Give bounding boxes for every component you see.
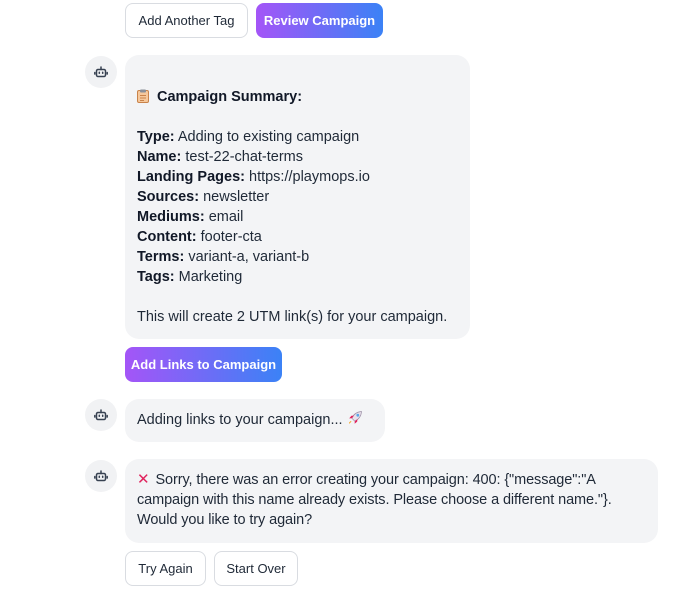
error-message: ✕ Sorry, there was an error creating your… (125, 459, 658, 543)
robot-icon (94, 409, 108, 421)
add-another-tag-button[interactable]: Add Another Tag (125, 3, 248, 38)
add-links-to-campaign-button[interactable]: Add Links to Campaign (125, 347, 282, 382)
review-campaign-button[interactable]: Review Campaign (256, 3, 383, 38)
summary-footer: This will create 2 UTM link(s) for your … (137, 309, 448, 325)
progress-message: Adding links to your campaign... (125, 399, 385, 442)
clipboard-icon (137, 89, 149, 103)
summary-field-tags: Tags: Marketing (137, 269, 243, 285)
summary-field-name: Name: test-22-chat-terms (137, 149, 304, 165)
try-again-button[interactable]: Try Again (125, 551, 206, 586)
error-line-3: Would you like to try again? (137, 512, 313, 528)
summary-title-row: Campaign Summary: (137, 87, 458, 107)
summary-field-sources: Sources: newsletter (137, 189, 270, 205)
robot-icon (94, 66, 108, 78)
rocket-icon (348, 411, 362, 424)
bot-avatar (85, 460, 117, 492)
chat-thread: Add Another Tag Review Campaign Campaign… (0, 0, 684, 597)
summary-title: Campaign Summary: (157, 89, 303, 105)
error-line-2: campaign with this name already exists. … (137, 492, 612, 508)
bot-avatar (85, 399, 117, 431)
robot-icon (94, 470, 108, 482)
summary-field-mediums: Mediums: email (137, 209, 244, 225)
cross-mark-icon: ✕ (137, 471, 150, 488)
summary-field-content: Content: footer-cta (137, 229, 262, 245)
progress-message-text: Adding links to your campaign... (137, 412, 343, 428)
bot-avatar (85, 56, 117, 88)
error-line-1: ✕ Sorry, there was an error creating your… (137, 471, 596, 488)
campaign-summary-message: Campaign Summary: Type: Adding to existi… (125, 55, 470, 339)
start-over-button[interactable]: Start Over (214, 551, 298, 586)
summary-field-terms: Terms: variant-a, variant-b (137, 249, 310, 265)
summary-field-landing-pages: Landing Pages: https://playmops.io (137, 169, 370, 185)
summary-field-type: Type: Adding to existing campaign (137, 129, 360, 145)
